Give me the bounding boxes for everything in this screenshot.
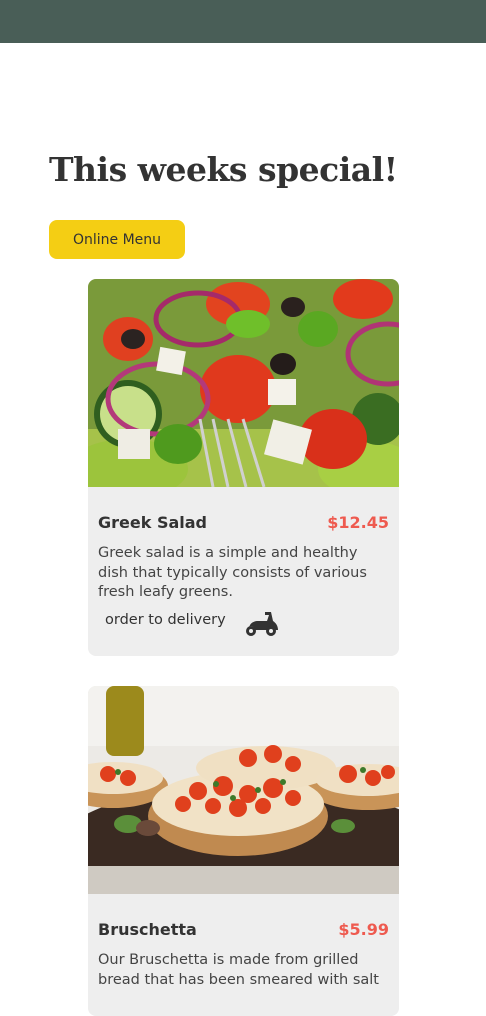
dish-name: Bruschetta [98,920,197,939]
dish-price: $12.45 [327,513,389,532]
special-card-bruschetta: Bruschetta $5.99 Our Bruschetta is made … [88,686,399,1016]
page-title: This weeks special! [49,150,398,189]
dish-description: Greek salad is a simple and healthy dish… [98,545,367,600]
online-menu-button[interactable]: Online Menu [49,220,185,259]
dish-name: Greek Salad [98,513,207,532]
bruschetta-image [88,686,399,894]
dish-price: $5.99 [338,920,389,939]
special-card-greek-salad: Greek Salad $12.45 Greek salad is a simp… [88,279,399,656]
order-delivery-link[interactable]: order to delivery [105,612,226,628]
greek-salad-image [88,279,399,487]
top-header-bar [0,0,486,43]
dish-description: Our Bruschetta is made from grilled brea… [98,952,379,988]
scooter-icon[interactable] [243,609,279,637]
